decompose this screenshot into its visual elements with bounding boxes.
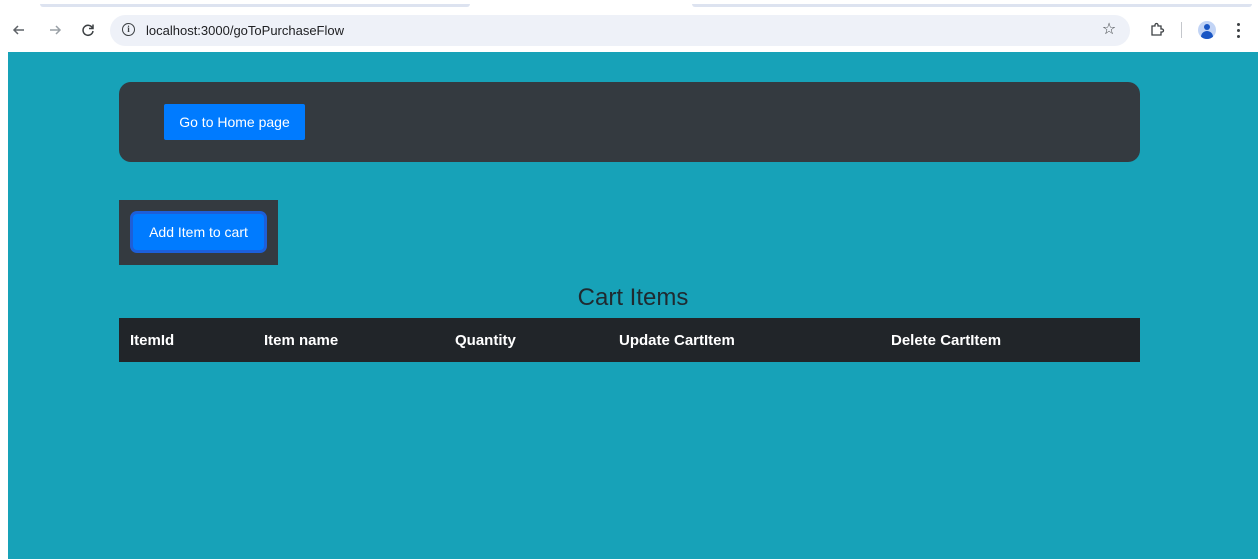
kebab-menu-icon[interactable]: [1234, 20, 1244, 40]
cart-table-header: ItemId Item name Quantity Update CartIte…: [119, 318, 1140, 362]
puzzle-icon[interactable]: [1147, 20, 1167, 40]
column-header-delete-cartitem: Delete CartItem: [891, 332, 1002, 349]
go-to-home-button[interactable]: Go to Home page: [164, 104, 305, 140]
url-text[interactable]: localhost:3000/goToPurchaseFlow: [146, 22, 344, 39]
reload-icon[interactable]: [78, 20, 98, 40]
navbar: Go to Home page: [119, 82, 1140, 162]
info-icon[interactable]: i: [122, 23, 135, 36]
cart-title: Cart Items: [577, 284, 689, 311]
address-bar[interactable]: i localhost:3000/goToPurchaseFlow ☆: [110, 15, 1130, 46]
back-icon[interactable]: [9, 20, 29, 40]
star-icon[interactable]: ☆: [1099, 20, 1119, 40]
column-header-itemid: ItemId: [130, 332, 175, 349]
tab-strip: [692, 4, 1252, 7]
browser-toolbar: i localhost:3000/goToPurchaseFlow ☆: [0, 0, 1258, 52]
forward-icon[interactable]: [45, 20, 65, 40]
page-content: Go to Home page Add Item to cart Cart It…: [8, 52, 1258, 559]
add-item-to-cart-button[interactable]: Add Item to cart: [133, 214, 264, 250]
column-header-update-cartitem: Update CartItem: [619, 332, 735, 349]
avatar-icon[interactable]: [1198, 21, 1216, 39]
tab-strip: [40, 4, 470, 7]
add-item-container: Add Item to cart: [119, 200, 278, 265]
column-header-quantity: Quantity: [455, 332, 516, 349]
column-header-item-name: Item name: [264, 332, 339, 349]
toolbar-divider: [1181, 22, 1182, 38]
